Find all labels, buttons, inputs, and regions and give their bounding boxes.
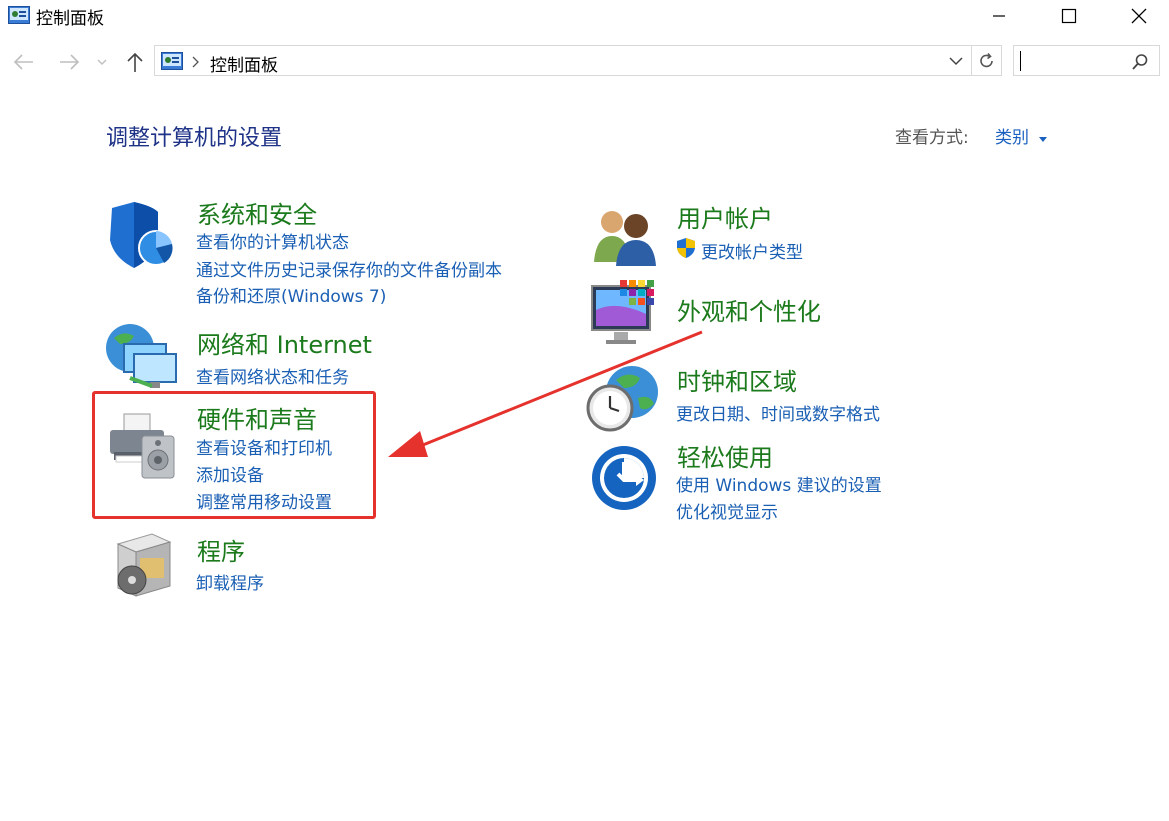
control-panel-icon xyxy=(161,52,183,70)
refresh-button[interactable] xyxy=(972,45,1002,76)
highlight-box xyxy=(92,391,376,519)
address-bar[interactable]: 控制面板 xyxy=(154,45,972,76)
search-icon[interactable] xyxy=(1131,53,1149,71)
close-icon xyxy=(1131,8,1147,24)
network-globe-icon[interactable] xyxy=(104,322,178,392)
back-button[interactable] xyxy=(10,48,38,76)
users-icon[interactable] xyxy=(590,204,660,266)
caret-down-icon xyxy=(1039,136,1048,142)
link-backup-restore[interactable]: 备份和还原(Windows 7) xyxy=(196,282,386,307)
page-title: 调整计算机的设置 xyxy=(106,126,283,151)
text-cursor xyxy=(1020,51,1021,71)
control-panel-icon xyxy=(8,6,30,24)
category-network-internet[interactable]: 网络和 Internet xyxy=(197,325,372,360)
annotation-arrow xyxy=(388,330,703,457)
breadcrumb-chevron-icon xyxy=(192,56,199,68)
window-title: 控制面板 xyxy=(36,9,104,29)
link-change-account-type[interactable]: 更改帐户类型 xyxy=(701,238,803,263)
category-appearance[interactable]: 外观和个性化 xyxy=(677,292,821,327)
title-bar: 控制面板 xyxy=(0,0,1169,32)
category-user-accounts[interactable]: 用户帐户 xyxy=(677,199,773,234)
minimize-icon xyxy=(993,15,1005,17)
link-view-computer-status[interactable]: 查看你的计算机状态 xyxy=(196,228,349,253)
maximize-icon xyxy=(1061,8,1077,24)
programs-box-icon[interactable] xyxy=(112,530,174,600)
address-dropdown-icon[interactable] xyxy=(948,55,964,67)
link-file-history[interactable]: 通过文件历史记录保存你的文件备份副本 xyxy=(196,256,502,281)
maximize-button[interactable] xyxy=(1046,0,1092,32)
link-uninstall-program[interactable]: 卸载程序 xyxy=(196,569,264,594)
refresh-icon xyxy=(979,52,993,67)
link-optimize-visual-display[interactable]: 优化视觉显示 xyxy=(676,498,778,523)
chevron-down-icon xyxy=(97,59,107,65)
forward-arrow-icon xyxy=(60,54,80,70)
view-by-value[interactable]: 类别 xyxy=(995,128,1029,148)
up-button[interactable] xyxy=(121,48,149,76)
search-input[interactable] xyxy=(1018,49,1122,73)
back-arrow-icon xyxy=(13,54,33,70)
up-arrow-icon xyxy=(127,52,143,72)
category-system-security[interactable]: 系统和安全 xyxy=(197,195,317,230)
category-programs[interactable]: 程序 xyxy=(197,532,245,567)
minimize-button[interactable] xyxy=(976,0,1022,32)
shield-icon[interactable] xyxy=(106,200,178,272)
forward-button[interactable] xyxy=(55,48,83,76)
link-network-status[interactable]: 查看网络状态和任务 xyxy=(196,363,349,388)
view-by-label: 查看方式: xyxy=(895,128,969,148)
close-button[interactable] xyxy=(1116,0,1162,32)
link-windows-suggested-settings[interactable]: 使用 Windows 建议的设置 xyxy=(676,471,882,496)
view-by-dropdown[interactable]: 类别 xyxy=(995,123,1048,148)
breadcrumb[interactable]: 控制面板 xyxy=(210,51,278,76)
uac-shield-icon xyxy=(677,238,695,258)
search-box[interactable] xyxy=(1013,45,1160,76)
recent-locations-button[interactable] xyxy=(92,48,112,76)
